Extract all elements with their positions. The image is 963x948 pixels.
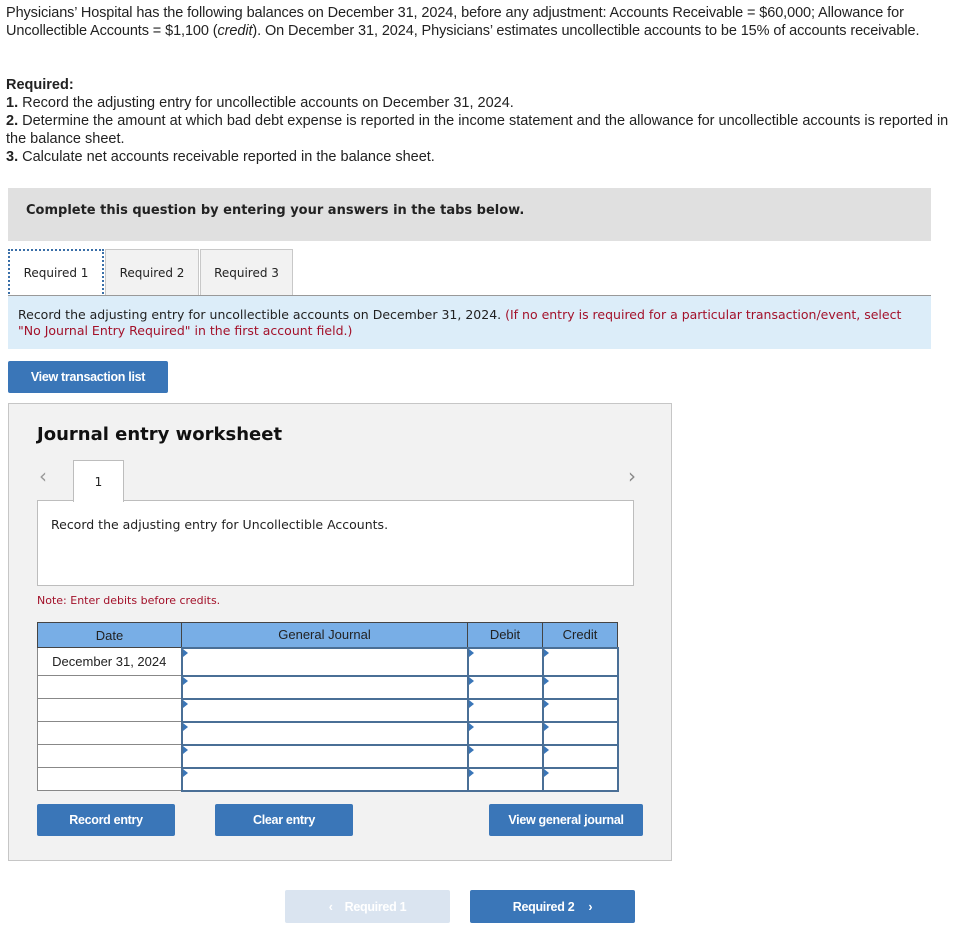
view-transaction-list-button[interactable]: View transaction list: [8, 361, 168, 393]
header-general-journal: General Journal: [181, 622, 468, 648]
credit-input[interactable]: [541, 646, 619, 677]
requirements: Required: 1. Record the adjusting entry …: [6, 76, 951, 166]
problem-text-2: ). On December 31, 2024, Physicians’ est…: [252, 23, 920, 39]
worksheet-description-text: Record the adjusting entry for Uncollect…: [51, 517, 389, 532]
header-credit: Credit: [542, 622, 618, 648]
date-cell: [37, 675, 182, 699]
required-item-1: 1. Record the adjusting entry for uncoll…: [6, 94, 951, 112]
worksheet-page-tab-1[interactable]: 1: [73, 460, 124, 502]
instruction-text: Complete this question by entering your …: [26, 203, 525, 218]
instruction-bar: Complete this question by entering your …: [8, 188, 931, 241]
next-required-label: Required 2: [512, 899, 575, 914]
credit-input[interactable]: [541, 766, 619, 792]
table-row: [37, 766, 619, 792]
prev-required-button[interactable]: ‹ Required 1: [285, 890, 450, 923]
required-item-3: 3. Calculate net accounts receivable rep…: [6, 148, 951, 166]
table-row: [37, 743, 619, 769]
tab-required-1[interactable]: Required 1: [8, 249, 104, 297]
header-debit: Debit: [467, 622, 543, 648]
required-item-2: 2. Determine the amount at which bad deb…: [6, 112, 951, 148]
required-item-number: 2.: [6, 113, 19, 129]
chevron-right-icon: ›: [588, 899, 593, 914]
worksheet-description: Record the adjusting entry for Uncollect…: [37, 500, 634, 586]
credit-input[interactable]: [541, 697, 619, 723]
header-date: Date: [37, 622, 182, 648]
date-cell: [37, 698, 182, 722]
account-input[interactable]: [180, 720, 469, 746]
prompt-text: Record the adjusting entry for uncollect…: [18, 307, 506, 322]
view-general-journal-button[interactable]: View general journal: [489, 804, 643, 836]
required-item-number: 1.: [6, 95, 19, 111]
journal-entry-worksheet: Journal entry worksheet ‹ › 1 Record the…: [8, 403, 672, 861]
record-entry-button[interactable]: Record entry: [37, 804, 175, 836]
debit-input[interactable]: [466, 743, 544, 769]
debit-input[interactable]: [466, 720, 544, 746]
required-heading: Required:: [6, 77, 74, 93]
journal-table: Date General Journal Debit Credit Decemb…: [37, 622, 619, 792]
credit-input[interactable]: [541, 674, 619, 700]
table-row: December 31, 2024: [37, 646, 619, 677]
date-cell: [37, 767, 182, 791]
problem-credit-italic: credit: [217, 23, 253, 39]
clear-entry-button[interactable]: Clear entry: [215, 804, 353, 836]
required-item-text: Calculate net accounts receivable report…: [18, 149, 435, 165]
required-item-text: Determine the amount at which bad debt e…: [6, 113, 949, 147]
journal-header-row: Date General Journal Debit Credit: [37, 622, 618, 648]
account-input[interactable]: [180, 697, 469, 723]
credit-input[interactable]: [541, 720, 619, 746]
debit-input[interactable]: [466, 697, 544, 723]
chevron-left-icon[interactable]: ‹: [39, 464, 47, 488]
worksheet-title: Journal entry worksheet: [37, 424, 283, 445]
debits-note: Note: Enter debits before credits.: [37, 594, 221, 607]
debit-input[interactable]: [466, 766, 544, 792]
chevron-left-icon: ‹: [328, 899, 333, 914]
credit-input[interactable]: [541, 743, 619, 769]
next-required-button[interactable]: Required 2 ›: [470, 890, 635, 923]
question-prompt: Record the adjusting entry for uncollect…: [8, 296, 931, 349]
chevron-right-icon[interactable]: ›: [628, 464, 636, 488]
table-row: [37, 697, 619, 723]
problem-statement: Physicians’ Hospital has the following b…: [6, 4, 946, 40]
date-cell: [37, 721, 182, 745]
debit-input[interactable]: [466, 646, 544, 677]
date-cell: December 31, 2024: [37, 647, 182, 676]
prev-required-label: Required 1: [344, 899, 407, 914]
account-input[interactable]: [180, 646, 469, 677]
account-input[interactable]: [180, 743, 469, 769]
date-cell: [37, 744, 182, 768]
required-item-text: Record the adjusting entry for uncollect…: [18, 95, 514, 111]
tab-required-2[interactable]: Required 2: [105, 249, 199, 296]
required-item-number: 3.: [6, 149, 19, 165]
account-input[interactable]: [180, 766, 469, 792]
account-input[interactable]: [180, 674, 469, 700]
table-row: [37, 720, 619, 746]
tab-required-3[interactable]: Required 3: [200, 249, 293, 296]
table-row: [37, 674, 619, 700]
debit-input[interactable]: [466, 674, 544, 700]
